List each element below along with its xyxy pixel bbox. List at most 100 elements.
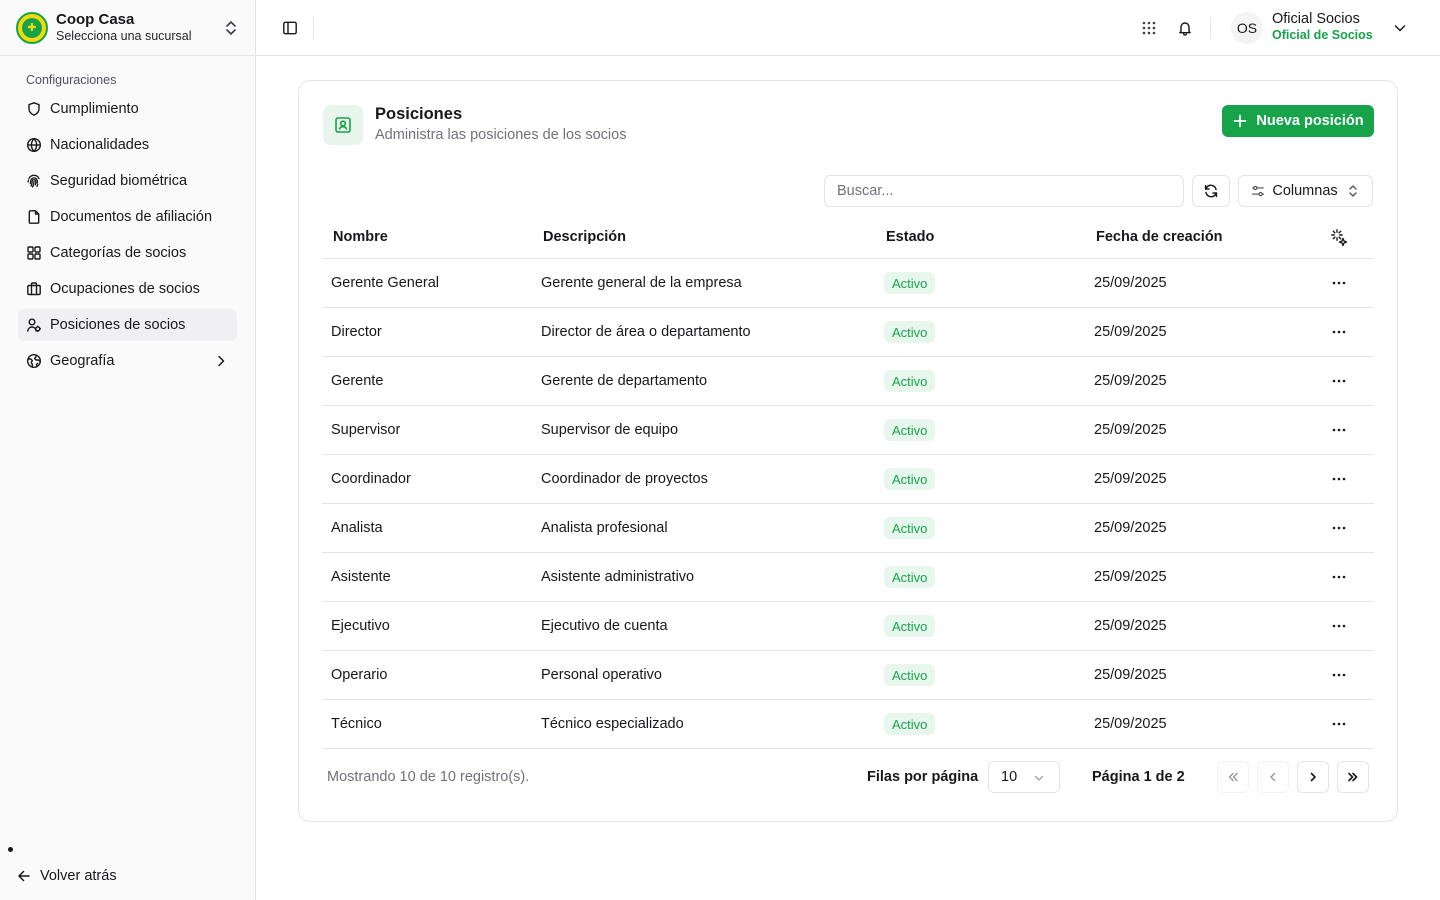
sparkles-icon[interactable] (1330, 228, 1348, 247)
top-header: OS Oficial Socios Oficial de Socios (256, 0, 1440, 56)
arrow-left-icon (18, 870, 30, 882)
contact-card-icon (323, 105, 363, 145)
column-header-estado[interactable]: Estado (886, 229, 934, 245)
cell-fecha: 25/09/2025 (1094, 275, 1167, 291)
table-header: Nombre Descripción Estado Fecha de creac… (322, 215, 1374, 259)
table-row[interactable]: Coordinador Coordinador de proyectos Act… (322, 455, 1374, 504)
page-subtitle: Administra las posiciones de los socios (375, 127, 627, 143)
shield-icon (26, 101, 42, 117)
page-title: Posiciones (375, 105, 463, 123)
refresh-button[interactable] (1192, 175, 1230, 207)
brand-subtitle: Selecciona una sucursal (56, 29, 192, 43)
table-row[interactable]: Gerente Gerente de departamento Activo 2… (322, 357, 1374, 406)
rows-per-page-select[interactable]: 10 (988, 761, 1060, 793)
cell-nombre: Director (331, 324, 382, 340)
cell-nombre: Supervisor (331, 422, 401, 438)
row-more-icon[interactable] (1330, 274, 1348, 292)
cell-descripcion: Gerente general de la empresa (541, 275, 742, 291)
page-indicator: Página 1 de 2 (1092, 769, 1185, 785)
nav-group-label: Configuraciones (26, 73, 117, 87)
row-more-icon[interactable] (1330, 519, 1348, 537)
branch-switcher[interactable]: ✚ Coop Casa Selecciona una sucursal (0, 0, 255, 56)
briefcase-icon (26, 281, 42, 297)
column-header-nombre[interactable]: Nombre (333, 229, 388, 245)
back-button[interactable]: Volver atrás (16, 864, 117, 888)
row-more-icon[interactable] (1330, 323, 1348, 341)
row-more-icon[interactable] (1330, 666, 1348, 684)
table-row[interactable]: Operario Personal operativo Activo 25/09… (322, 651, 1374, 700)
user-menu[interactable]: Oficial Socios Oficial de Socios (1272, 11, 1373, 43)
chevrons-left-icon (1228, 772, 1238, 782)
cell-fecha: 25/09/2025 (1094, 667, 1167, 683)
chevrons-right-icon (1348, 772, 1358, 782)
column-header-fecha[interactable]: Fecha de creación (1096, 229, 1223, 245)
sliders-icon (1252, 185, 1265, 197)
sidebar-item-posiciones-de-socios[interactable]: Posiciones de socios (18, 309, 237, 341)
bell-icon[interactable] (1173, 16, 1197, 40)
last-page-button[interactable] (1337, 761, 1369, 793)
table-row[interactable]: Director Director de área o departamento… (322, 308, 1374, 357)
search-input[interactable] (824, 175, 1184, 207)
avatar[interactable]: OS (1231, 12, 1263, 44)
row-more-icon[interactable] (1330, 568, 1348, 586)
cell-descripcion: Director de área o departamento (541, 324, 751, 340)
brand-logo-mark: ✚ (22, 17, 42, 38)
header-divider (1210, 17, 1211, 39)
sidebar-toggle-icon[interactable] (280, 16, 300, 40)
apps-grid-icon[interactable] (1137, 16, 1161, 40)
first-page-button[interactable] (1217, 761, 1249, 793)
earth-icon (26, 353, 42, 369)
sidebar-handle-dot (8, 847, 13, 852)
sidebar-item-geografia[interactable]: Geografía (18, 345, 237, 377)
cell-fecha: 25/09/2025 (1094, 569, 1167, 585)
table-row[interactable]: Analista Analista profesional Activo 25/… (322, 504, 1374, 553)
sidebar-item-nacionalidades[interactable]: Nacionalidades (18, 129, 237, 161)
row-more-icon[interactable] (1330, 470, 1348, 488)
grid-icon (26, 245, 42, 261)
cell-nombre: Gerente General (331, 275, 440, 291)
column-header-descripcion[interactable]: Descripción (543, 229, 626, 245)
row-more-icon[interactable] (1330, 617, 1348, 635)
brand-logo: ✚ (16, 11, 48, 44)
status-badge: Activo (884, 517, 936, 539)
status-badge: Activo (884, 664, 936, 686)
brand-text: Coop Casa Selecciona una sucursal (56, 11, 223, 44)
new-position-label: Nueva posición (1256, 113, 1364, 129)
new-position-button[interactable]: Nueva posición (1222, 105, 1374, 137)
back-button-label: Volver atrás (40, 868, 117, 884)
next-page-button[interactable] (1297, 761, 1329, 793)
sidebar-item-ocupaciones-de-socios[interactable]: Ocupaciones de socios (18, 273, 237, 305)
status-badge: Activo (884, 370, 936, 392)
sidebar-item-cumplimiento[interactable]: Cumplimiento (18, 93, 237, 125)
table-row[interactable]: Asistente Asistente administrativo Activ… (322, 553, 1374, 602)
cell-fecha: 25/09/2025 (1094, 422, 1167, 438)
columns-button[interactable]: Columnas (1238, 175, 1373, 207)
previous-page-button[interactable] (1257, 761, 1289, 793)
sidebar: ✚ Coop Casa Selecciona una sucursal Conf… (0, 0, 256, 900)
sidebar-item-documentos-de-afiliacion[interactable]: Documentos de afiliación (18, 201, 237, 233)
row-more-icon[interactable] (1330, 421, 1348, 439)
status-badge: Activo (884, 321, 936, 343)
row-more-icon[interactable] (1330, 372, 1348, 390)
cell-nombre: Operario (331, 667, 388, 683)
positions-table: Nombre Descripción Estado Fecha de creac… (322, 215, 1374, 749)
chevron-left-icon (1270, 772, 1276, 782)
table-row[interactable]: Técnico Técnico especializado Activo 25/… (322, 700, 1374, 749)
row-more-icon[interactable] (1330, 715, 1348, 733)
sidebar-item-categorias-de-socios[interactable]: Categorías de socios (18, 237, 237, 269)
table-row[interactable]: Gerente General Gerente general de la em… (322, 259, 1374, 308)
chevron-right-icon[interactable] (213, 353, 229, 369)
chevrons-up-down-icon (1348, 185, 1357, 197)
chevron-right-icon (1310, 772, 1316, 782)
table-row[interactable]: Ejecutivo Ejecutivo de cuenta Activo 25/… (322, 602, 1374, 651)
cell-fecha: 25/09/2025 (1094, 520, 1167, 536)
chevrons-up-down-icon[interactable] (223, 18, 239, 38)
file-icon (26, 209, 42, 225)
chevron-down-icon[interactable] (1392, 20, 1408, 36)
sidebar-item-label: Documentos de afiliación (50, 209, 213, 225)
table-row[interactable]: Supervisor Supervisor de equipo Activo 2… (322, 406, 1374, 455)
cell-nombre: Técnico (331, 716, 382, 732)
sidebar-item-seguridad-biometrica[interactable]: Seguridad biométrica (18, 165, 237, 197)
chevron-down-icon (1034, 775, 1044, 781)
cell-fecha: 25/09/2025 (1094, 618, 1167, 634)
